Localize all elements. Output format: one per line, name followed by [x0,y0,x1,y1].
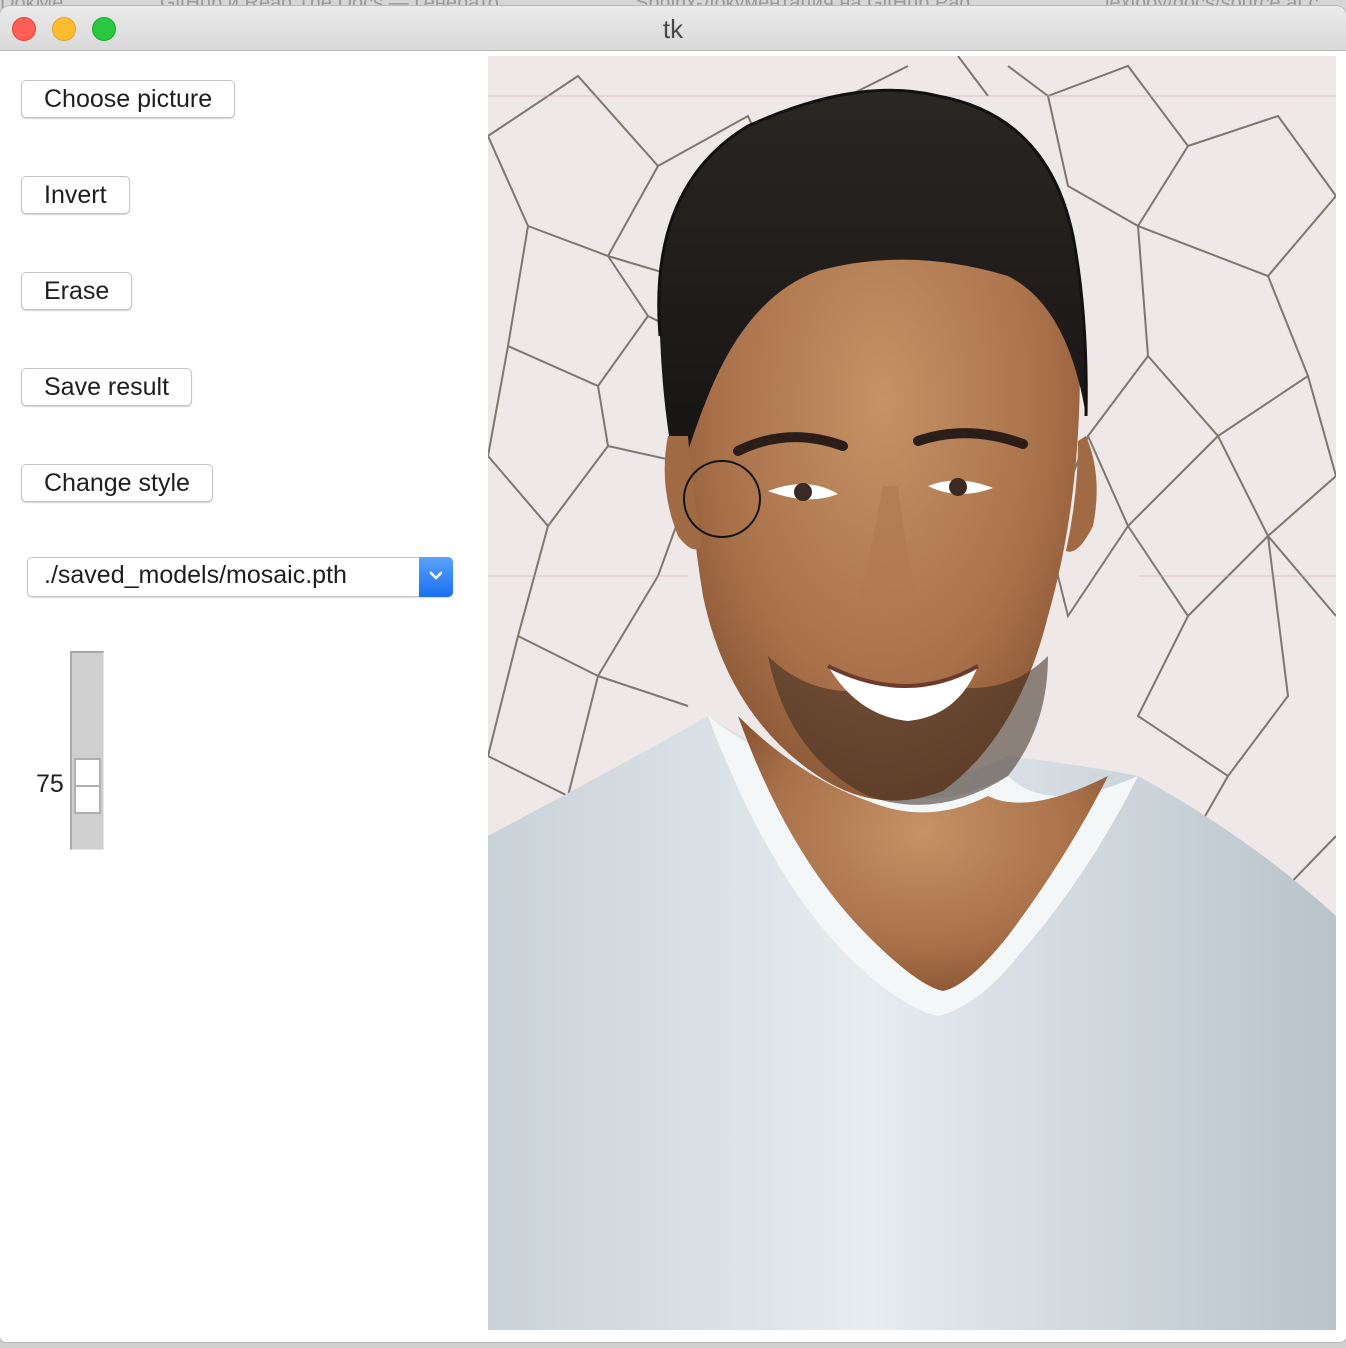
window-title: tk [662,14,684,44]
erase-button[interactable]: Erase [21,272,133,310]
model-select[interactable]: ./saved_models/mosaic.pth [27,557,453,597]
brush-size-slider-handle[interactable] [74,758,101,814]
brush-size-value: 75 [36,770,64,798]
save-result-button[interactable]: Save result [21,368,193,406]
stylized-portrait-image [488,56,1336,1330]
change-style-button[interactable]: Change style [21,464,213,502]
image-canvas[interactable] [488,56,1336,1330]
model-select-value: ./saved_models/mosaic.pth [44,561,347,589]
app-window: tk Choose picture Invert Erase Save resu… [0,6,1346,1342]
brush-size-scale[interactable] [70,651,104,850]
chevron-down-icon[interactable] [419,557,453,597]
title-bar[interactable]: tk [0,6,1346,51]
choose-picture-button[interactable]: Choose picture [21,80,236,118]
invert-button[interactable]: Invert [21,176,130,214]
